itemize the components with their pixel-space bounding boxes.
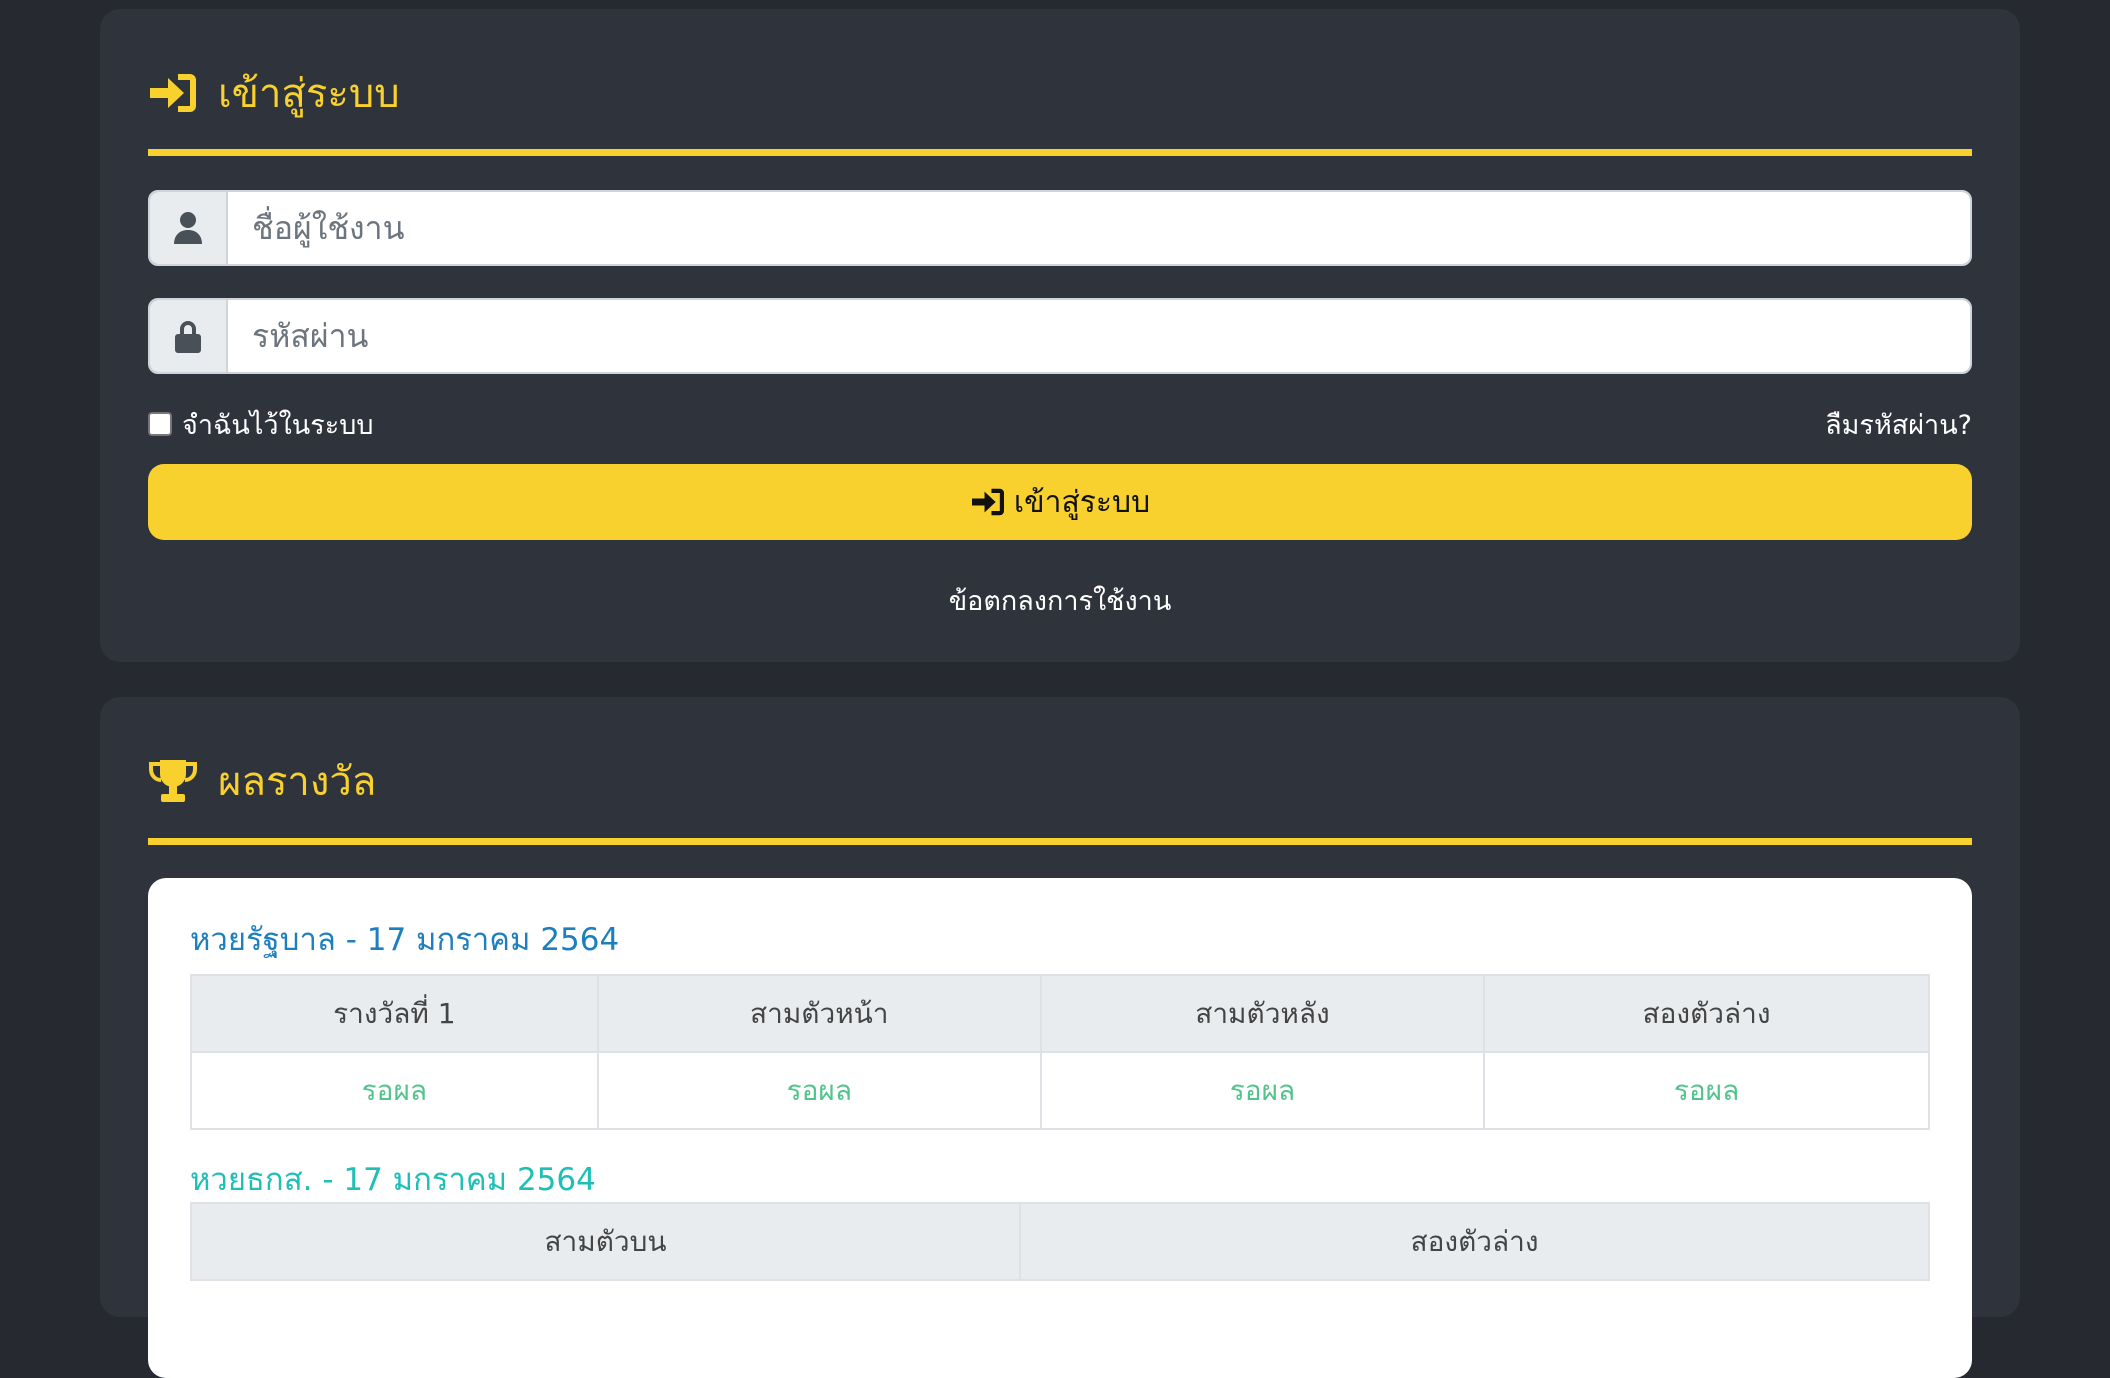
table-header: สองตัวล่าง: [1483, 974, 1930, 1053]
government-lottery-title: หวยรัฐบาล - 17 มกราคม 2564: [190, 922, 620, 958]
forgot-password-link[interactable]: ลืมรหัสผ่าน?: [1825, 403, 1972, 446]
sign-in-icon: [971, 488, 1004, 516]
remember-row: จำฉันไว้ในระบบ ลืมรหัสผ่าน?: [148, 404, 1972, 444]
user-icon: [150, 192, 228, 264]
password-field-group: [148, 298, 1972, 374]
username-input[interactable]: [228, 192, 1970, 264]
login-button[interactable]: เข้าสู่ระบบ: [148, 464, 1972, 540]
result-value: รอผล: [596, 1051, 1042, 1130]
login-title: เข้าสู่ระบบ: [218, 71, 400, 117]
table-header: สองตัวล่าง: [1019, 1202, 1930, 1281]
login-button-label: เข้าสู่ระบบ: [1013, 484, 1151, 520]
login-card: เข้าสู่ระบบ จำฉันไว้ในระบบ ลืมรหัสผ่าน? …: [100, 9, 2020, 662]
result-value: รอผล: [1039, 1051, 1486, 1130]
result-value: รอผล: [190, 1051, 599, 1130]
government-results-table: รางวัลที่ 1 สามตัวหน้า สามตัวหลัง สองตัว…: [190, 974, 1930, 1130]
password-input[interactable]: [228, 300, 1970, 372]
baac-lottery-title: หวยธกส. - 17 มกราคม 2564: [190, 1162, 596, 1198]
table-header-row: สามตัวบน สองตัวล่าง: [189, 1202, 1930, 1281]
remember-me[interactable]: จำฉันไว้ในระบบ: [148, 403, 374, 446]
login-divider: [148, 149, 1972, 156]
remember-checkbox[interactable]: [148, 412, 172, 436]
lock-icon: [150, 300, 228, 372]
results-heading: ผลรางวัล: [148, 749, 376, 813]
trophy-icon: [148, 758, 198, 804]
table-header: สามตัวบน: [189, 1202, 1022, 1281]
results-title: ผลรางวัล: [218, 759, 377, 805]
username-field-group: [148, 190, 1972, 266]
results-divider: [148, 838, 1972, 845]
baac-results-table: สามตัวบน สองตัวล่าง: [189, 1202, 1930, 1281]
sign-in-icon: [148, 70, 198, 116]
table-header: สามตัวหลัง: [1039, 974, 1486, 1053]
result-value: รอผล: [1483, 1051, 1930, 1130]
table-row: รอผล รอผล รอผล รอผล: [190, 1051, 1930, 1130]
table-header: สามตัวหน้า: [596, 974, 1042, 1053]
table-header-row: รางวัลที่ 1 สามตัวหน้า สามตัวหลัง สองตัว…: [190, 974, 1930, 1053]
remember-label: จำฉันไว้ในระบบ: [182, 409, 374, 441]
login-heading: เข้าสู่ระบบ: [148, 61, 400, 125]
results-panel: หวยรัฐบาล - 17 มกราคม 2564 รางวัลที่ 1 ส…: [148, 878, 1972, 1378]
results-card: ผลรางวัล หวยรัฐบาล - 17 มกราคม 2564 รางว…: [100, 697, 2020, 1378]
terms-link[interactable]: ข้อตกลงการใช้งาน: [100, 579, 2020, 622]
table-header: รางวัลที่ 1: [190, 974, 599, 1053]
